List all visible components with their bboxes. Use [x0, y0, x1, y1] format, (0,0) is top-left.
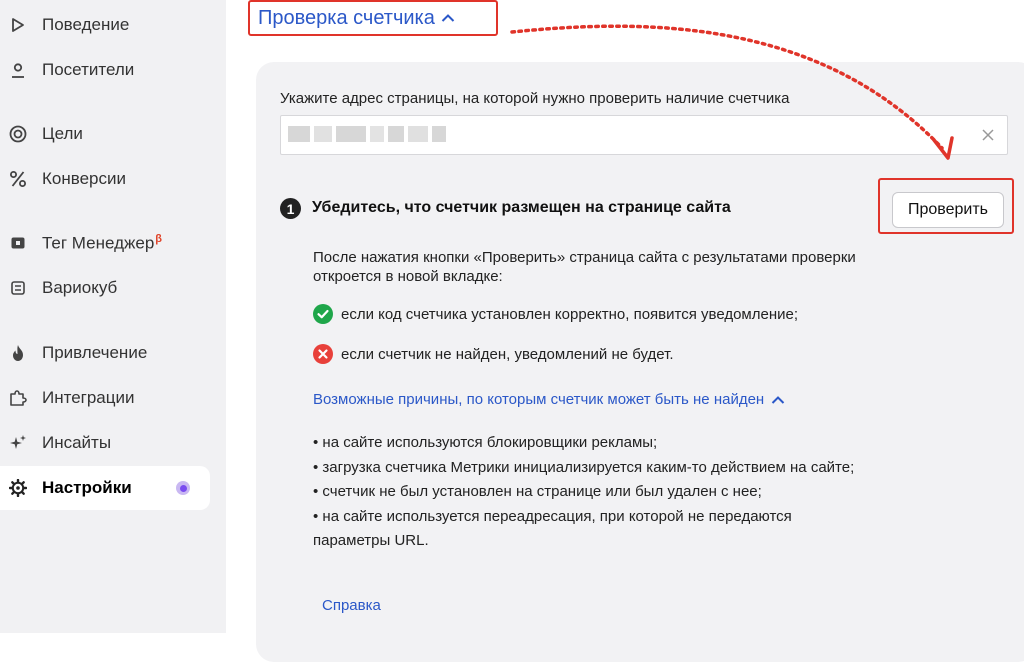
list-item: • загрузка счетчика Метрики инициализиру… [313, 458, 855, 476]
person-icon [8, 60, 28, 80]
sidebar-item-behavior[interactable]: Поведение [0, 3, 210, 47]
sidebar-item-integrations[interactable]: Интеграции [0, 376, 210, 420]
sidebar-item-acquisition[interactable]: Привлечение [0, 331, 210, 375]
check-button[interactable]: Проверить [892, 192, 1004, 228]
sidebar-item-label: Посетители [42, 60, 135, 79]
sidebar: Поведение Посетители Цели Конверсии Тег … [0, 0, 226, 633]
puzzle-icon [8, 388, 28, 408]
sidebar-item-settings[interactable]: Настройки [0, 466, 210, 510]
fail-line: если счетчик не найден, уведомлений не б… [313, 344, 674, 364]
list-item: • счетчик не был установлен на странице … [313, 483, 762, 500]
possible-reasons-toggle[interactable]: Возможные причины, по которым счетчик мо… [313, 391, 785, 408]
list-item: • на сайте используются блокировщики рек… [313, 434, 658, 451]
blurred-url-text [314, 126, 332, 142]
section-title-counter-check[interactable]: Проверка счетчика [248, 0, 498, 36]
sidebar-item-conversions[interactable]: Конверсии [0, 157, 210, 201]
blurred-url-text [336, 126, 366, 142]
fire-icon [8, 343, 28, 363]
error-circle-icon [313, 344, 333, 364]
sidebar-item-label: Настройки [42, 478, 132, 497]
blurred-url-text [388, 126, 404, 142]
active-indicator-dot [176, 481, 190, 495]
sidebar-item-label: Конверсии [42, 169, 126, 188]
sidebar-item-label: Тег Менеджерβ [42, 232, 163, 253]
blurred-url-text [288, 126, 310, 142]
page-url-input[interactable] [280, 115, 1008, 155]
reasons-list: • на сайте используются блокировщики рек… [313, 431, 873, 554]
step-number-badge: 1 [280, 198, 301, 219]
list-item: • на сайте используется переадресация, п… [313, 507, 792, 550]
success-line: если код счетчика установлен корректно, … [313, 304, 798, 324]
blurred-url-text [408, 126, 428, 142]
check-circle-icon [313, 304, 333, 324]
step-description: После нажатия кнопки «Проверить» страниц… [313, 249, 856, 285]
sidebar-item-label: Вариокуб [42, 278, 118, 297]
play-outline-icon [8, 15, 28, 35]
percent-icon [8, 169, 28, 189]
blurred-url-text [432, 126, 446, 142]
beta-badge: β [155, 232, 163, 245]
chevron-up-icon [441, 13, 455, 23]
tag-manager-icon [8, 233, 28, 253]
sidebar-item-insights[interactable]: Инсайты [0, 421, 210, 465]
url-field-label: Укажите адрес страницы, на которой нужно… [280, 90, 790, 107]
sidebar-item-label: Интеграции [42, 388, 135, 407]
help-link[interactable]: Справка [322, 597, 381, 614]
sidebar-item-visitors[interactable]: Посетители [0, 48, 210, 92]
sidebar-item-tag-manager[interactable]: Тег Менеджерβ [0, 221, 210, 265]
sparkles-icon [8, 433, 28, 453]
sidebar-item-label: Цели [42, 124, 83, 143]
sidebar-item-label: Поведение [42, 15, 130, 34]
variocube-icon [8, 278, 28, 298]
blurred-url-text [370, 126, 384, 142]
sidebar-item-goals[interactable]: Цели [0, 112, 210, 156]
clear-input-icon[interactable] [981, 128, 995, 147]
target-icon [8, 124, 28, 144]
sidebar-item-label: Инсайты [42, 433, 112, 452]
sidebar-item-label: Привлечение [42, 343, 148, 362]
sidebar-item-variocube[interactable]: Вариокуб [0, 266, 210, 310]
step-title: Убедитесь, что счетчик размещен на стран… [312, 199, 731, 216]
chevron-up-icon [771, 395, 785, 405]
gear-icon [8, 478, 28, 498]
